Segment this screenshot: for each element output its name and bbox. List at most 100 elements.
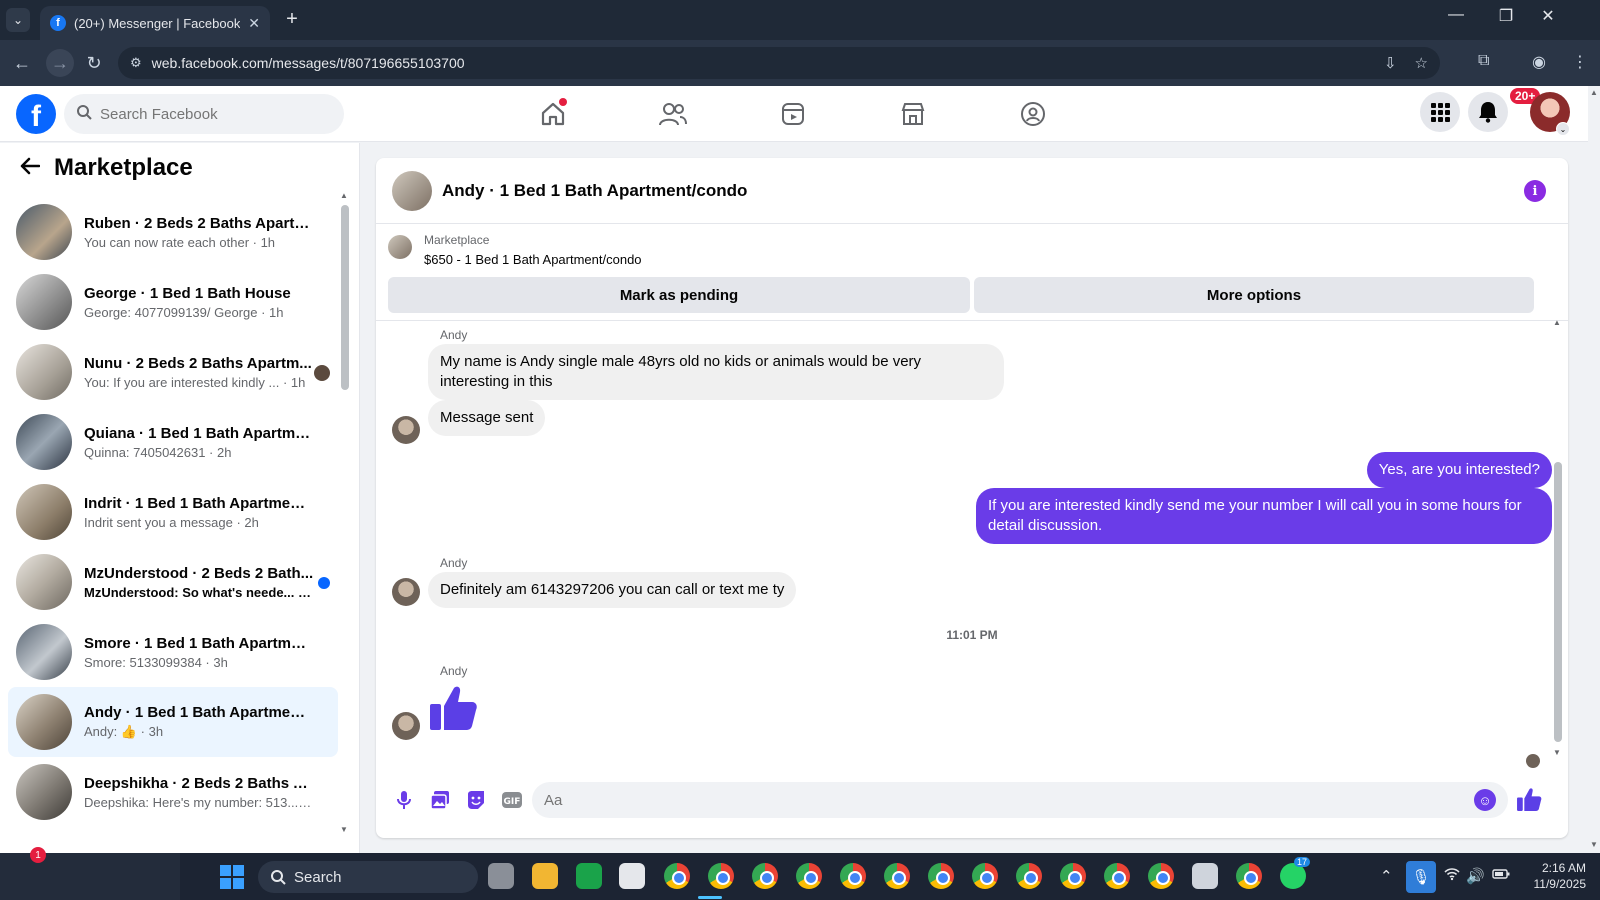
conversation-item[interactable]: Quiana · 1 Bed 1 Bath Apartment... Quinna… [8,407,338,477]
browser-tab[interactable]: f (20+) Messenger | Facebook ✕ [40,6,270,40]
microphone-tray-icon[interactable]: 🎙 [1406,861,1436,893]
sender-avatar[interactable] [392,712,420,740]
scroll-up-icon[interactable]: ▲ [340,191,348,200]
scroll-up-icon[interactable]: ▲ [1553,318,1561,327]
message-input[interactable] [544,791,1444,809]
chrome-icon[interactable] [752,863,778,889]
message-bubble-incoming[interactable]: Message sent [428,400,546,436]
file-explorer-icon[interactable] [532,863,558,889]
scrollbar-thumb[interactable] [341,205,349,390]
facebook-logo-icon[interactable]: f [16,94,56,134]
sidebar-scrollbar[interactable]: ▲ ▼ [340,191,349,835]
mark-as-pending-button[interactable]: Mark as pending [388,277,970,313]
conversation-item[interactable]: Deepshikha · 2 Beds 2 Baths Ap... Deepshi… [8,757,338,827]
conversation-item[interactable]: George · 1 Bed 1 Bath House George: 40770… [8,267,338,337]
message-bubble-incoming[interactable]: My name is Andy single male 48yrs old no… [428,344,1004,400]
sender-avatar[interactable] [392,578,420,606]
restore-icon[interactable]: ❐ [1486,6,1526,26]
chrome-icon[interactable] [1016,863,1042,889]
chrome-icon[interactable] [928,863,954,889]
marketplace-icon[interactable] [897,98,929,130]
taskbar-widget[interactable]: 1 [0,847,180,900]
message-bubble-incoming[interactable]: Definitely am 6143297206 you can call or… [428,572,797,608]
store-app-icon[interactable] [619,863,645,889]
back-arrow-icon[interactable] [20,155,41,181]
message-bubble-outgoing[interactable]: If you are interested kindly send me you… [976,488,1552,544]
notifications-bell-icon[interactable] [1468,92,1508,132]
wifi-icon[interactable] [1444,867,1460,885]
battery-icon[interactable] [1492,867,1510,884]
page-scrollbar[interactable]: ▲ ▼ [1588,86,1600,853]
scroll-up-icon[interactable]: ▲ [1590,88,1598,97]
conversation-item[interactable]: Indrit · 1 Bed 1 Bath Apartment/... Indri… [8,477,338,547]
chrome-icon[interactable] [796,863,822,889]
url-text[interactable]: web.facebook.com/messages/t/807196655103… [152,55,465,71]
more-options-button[interactable]: More options [974,277,1534,313]
conversation-item[interactable]: Nunu · 2 Beds 2 Baths Apartm... You: If y… [8,337,338,407]
send-like-icon[interactable] [1516,786,1542,812]
sheets-app-icon[interactable] [576,863,602,889]
show-hidden-icons-icon[interactable]: ⌃ [1380,867,1393,885]
extensions-icon[interactable]: ⧉ [1478,52,1489,70]
sticker-icon[interactable] [458,782,494,818]
system-clock[interactable]: 2:16 AM 11/9/2025 [1526,860,1587,892]
new-tab-icon[interactable]: + [280,8,304,31]
chrome-icon[interactable] [840,863,866,889]
scroll-down-icon[interactable]: ▼ [1553,748,1561,757]
friends-icon[interactable] [657,98,689,130]
minimize-icon[interactable]: — [1436,6,1476,24]
emoji-icon[interactable]: ☺ [1474,789,1496,811]
conversation-item[interactable]: Andy · 1 Bed 1 Bath Apartment/c... Andy: … [8,687,338,757]
snipping-tool-icon[interactable] [1192,863,1218,889]
account-chevron-down-icon[interactable]: ⌄ [1556,122,1570,136]
chrome-icon[interactable] [1236,863,1262,889]
task-view-icon[interactable] [488,863,514,889]
scroll-down-icon[interactable]: ▼ [340,825,348,834]
back-icon[interactable]: ← [10,53,34,74]
menu-grid-icon[interactable] [1420,92,1460,132]
microphone-icon[interactable] [386,782,422,818]
scroll-down-icon[interactable]: ▼ [1590,840,1598,849]
message-bubble-outgoing[interactable]: Yes, are you interested? [1366,452,1552,488]
site-info-icon[interactable]: ⚙ [130,55,142,71]
chrome-icon[interactable] [1060,863,1086,889]
info-icon[interactable]: i [1524,180,1546,202]
chat-title[interactable]: Andy · 1 Bed 1 Bath Apartment/condo [442,181,747,201]
facebook-search-input[interactable] [100,105,320,123]
omnibox[interactable]: ⚙ web.facebook.com/messages/t/8071966551… [118,47,1440,79]
whatsapp-icon[interactable]: 17 [1280,857,1311,889]
scrollbar-thumb[interactable] [1554,462,1562,742]
install-app-icon[interactable]: ⇩ [1384,54,1397,72]
listing-name[interactable]: $650 - 1 Bed 1 Bath Apartment/condo [424,252,642,267]
conversation-item[interactable]: Ruben · 2 Beds 2 Baths Apartme... You can… [8,197,338,267]
conversation-item[interactable]: MzUnderstood · 2 Beds 2 Bath... MzUnderst… [8,547,338,617]
facebook-search[interactable] [64,94,344,134]
photo-attach-icon[interactable] [422,782,458,818]
bookmark-star-icon[interactable]: ☆ [1415,54,1428,72]
chrome-icon[interactable] [972,863,998,889]
chrome-icon[interactable] [1104,863,1130,889]
volume-icon[interactable]: 🔊 [1466,867,1485,885]
profile-icon[interactable]: ◉ [1532,52,1546,72]
sender-avatar[interactable] [392,416,420,444]
message-scrollbar[interactable]: ▲ ▼ [1553,318,1562,762]
taskbar-search[interactable]: Search [258,861,478,893]
chrome-icon[interactable] [664,863,690,889]
close-window-icon[interactable]: ✕ [1528,6,1568,26]
message-input-box[interactable] [532,782,1508,818]
gif-icon[interactable]: GIF [494,782,530,818]
forward-icon[interactable]: → [46,49,74,77]
chrome-icon[interactable] [884,863,910,889]
home-icon[interactable] [537,98,569,130]
tab-close-icon[interactable]: ✕ [248,15,260,32]
listing-avatar[interactable] [392,170,432,211]
video-icon[interactable] [777,98,809,130]
browser-menu-icon[interactable]: ⋮ [1572,52,1588,72]
windows-start-icon[interactable] [220,865,244,889]
conversation-item[interactable]: Smore · 1 Bed 1 Bath Apartment... Smore: … [8,617,338,687]
tab-search-dropdown-icon[interactable]: ⌄ [6,8,30,32]
thumbs-up-message-icon[interactable] [428,682,478,732]
chrome-icon[interactable] [1148,863,1174,889]
groups-icon[interactable] [1017,98,1049,130]
chrome-icon[interactable] [708,863,734,889]
